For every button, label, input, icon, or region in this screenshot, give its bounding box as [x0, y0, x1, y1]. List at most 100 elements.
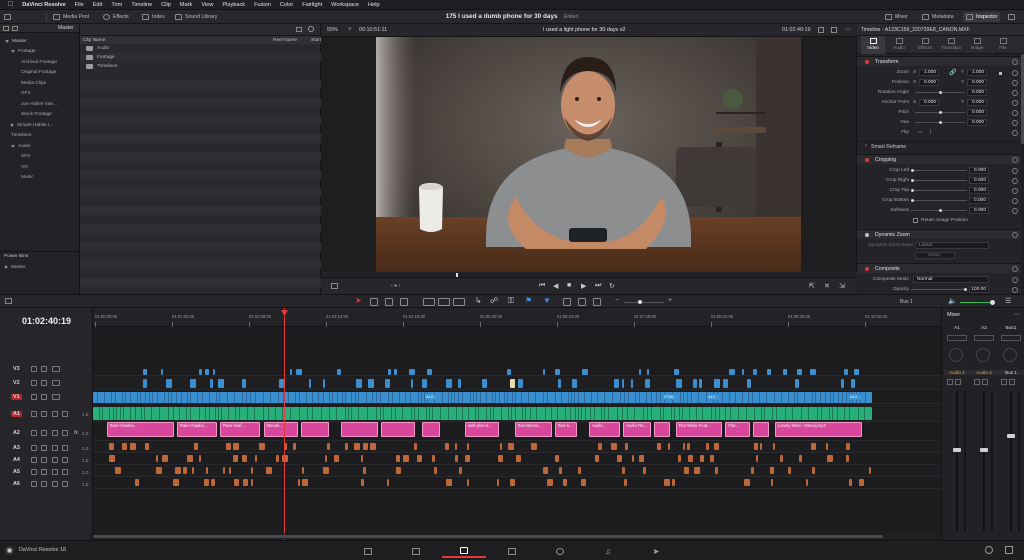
color-page-tab[interactable] [538, 544, 582, 558]
eq-icon[interactable] [947, 335, 967, 341]
play-reverse-button[interactable]: ◀ [553, 282, 558, 290]
reset-icon[interactable] [1012, 90, 1018, 96]
sfx-clip[interactable] [559, 467, 562, 474]
timeline[interactable]: 01:00:00:00 01:01:04:00 01:02:08:00 01:03:1… [93, 308, 941, 540]
v3-clip[interactable] [844, 369, 848, 375]
lock-icon[interactable] [31, 456, 37, 463]
sfx-clip[interactable] [773, 443, 775, 450]
sfx-clip[interactable] [806, 479, 808, 486]
sfx-clip[interactable] [531, 443, 537, 450]
rotation-field[interactable]: 0.000 [967, 89, 987, 96]
opacity-field[interactable]: 100.00 [969, 286, 989, 293]
track-visibility-icon[interactable] [52, 394, 60, 400]
flip-vertical-icon[interactable]: ↕ [929, 129, 932, 135]
sfx-clip[interactable] [812, 467, 815, 474]
inspector-tab[interactable]: Effects [913, 36, 937, 54]
v3-clip[interactable] [205, 369, 209, 375]
slider-knob[interactable] [911, 169, 914, 172]
sfx-clip[interactable] [672, 479, 675, 486]
v2-clip[interactable] [614, 379, 619, 388]
dynamic-zoom-section-header[interactable]: Dynamic Zoom [857, 229, 1024, 239]
reset-icon[interactable] [1012, 277, 1018, 283]
bin-item[interactable]: Master [0, 36, 79, 47]
replace-clip-icon[interactable] [453, 298, 465, 306]
reset-icon[interactable] [1012, 70, 1018, 76]
sfx-clip[interactable] [811, 443, 816, 450]
insert-clip-icon[interactable] [423, 298, 435, 306]
lock-icon[interactable] [31, 366, 37, 372]
sfx-clip[interactable] [510, 479, 515, 486]
menu-fairlight[interactable]: Fairlight [302, 2, 322, 8]
track-name[interactable]: V1 [11, 394, 22, 400]
sfx-clip[interactable] [109, 443, 114, 450]
v3-clip[interactable] [296, 369, 302, 375]
crop-left-slider[interactable] [911, 169, 967, 172]
timeline-ruler[interactable]: 01:00:00:00 01:01:04:00 01:02:08:00 01:03:1… [93, 308, 941, 327]
v3-clip[interactable] [810, 369, 816, 375]
v3-clip[interactable] [143, 369, 147, 375]
cropping-section-header[interactable]: Cropping [857, 154, 1024, 164]
scrollbar-thumb[interactable] [93, 535, 883, 538]
sfx-clip[interactable] [455, 455, 458, 462]
play-button[interactable]: ▶ [581, 282, 586, 290]
trim-tool-icon[interactable] [370, 298, 378, 306]
bin-item[interactable]: Audio [0, 141, 79, 152]
solo-button[interactable] [52, 456, 58, 463]
v2-clip[interactable] [558, 379, 561, 388]
sfx-clip[interactable] [445, 443, 449, 450]
sfx-clip[interactable] [622, 467, 625, 474]
slider-knob[interactable] [964, 288, 967, 291]
auto-select-icon[interactable] [41, 410, 47, 417]
chevron-down-icon[interactable]: ˅ [348, 27, 352, 33]
menu-timeline[interactable]: Timeline [131, 2, 152, 8]
sfx-clip[interactable] [229, 467, 231, 474]
sfx-clip[interactable] [156, 455, 158, 462]
composite-mode-select[interactable]: Normal [913, 276, 989, 283]
slider-knob[interactable] [911, 179, 914, 182]
v2-clip[interactable] [210, 379, 213, 388]
sfx-clip[interactable] [211, 479, 215, 486]
v2-clip[interactable] [747, 379, 751, 388]
sfx-clip[interactable] [175, 467, 181, 474]
crop-top-slider[interactable] [911, 189, 967, 192]
record-button[interactable] [974, 379, 980, 385]
crop-left-field[interactable]: 0.000 [969, 167, 989, 174]
enable-dot[interactable] [865, 60, 869, 64]
sfx-clip[interactable] [417, 455, 422, 462]
sfx-clip[interactable] [624, 479, 627, 486]
sfx-clip[interactable] [598, 443, 602, 450]
reset-icon[interactable] [1012, 100, 1018, 106]
record-button[interactable] [1001, 379, 1007, 385]
viewer-scrubber[interactable] [321, 272, 857, 277]
dynamic-zoom-ease-select[interactable]: Linear [915, 242, 989, 249]
enable-dot[interactable] [865, 233, 869, 237]
v3-clip[interactable] [854, 369, 859, 375]
sfx-clip[interactable] [714, 443, 719, 450]
v2-clip[interactable] [676, 379, 682, 388]
sfx-clip[interactable] [156, 467, 162, 474]
a2-music-clip[interactable]: Lonely Mind - Manaij.mp3 [775, 422, 862, 437]
v2-clip[interactable] [841, 379, 844, 388]
bin-item[interactable]: Media Clips [0, 78, 79, 89]
menu-mark[interactable]: Mark [180, 2, 192, 8]
sfx-clip[interactable] [684, 467, 689, 474]
sfx-clip[interactable] [760, 443, 762, 450]
lock-icon[interactable] [31, 380, 37, 386]
sfx-clip[interactable] [498, 455, 503, 462]
bin-item[interactable]: SFX [0, 152, 79, 163]
sfx-clip[interactable] [459, 467, 462, 474]
track-name[interactable]: A4 [13, 457, 20, 463]
reset-icon[interactable] [1012, 157, 1018, 163]
a2-music-clip[interactable]: Audio-Ra... [623, 422, 651, 437]
auto-select-icon[interactable] [41, 429, 47, 436]
sfx-clip[interactable] [387, 479, 389, 486]
sfx-clip[interactable] [327, 443, 330, 450]
col-start[interactable]: Start [311, 38, 321, 43]
solo-button[interactable] [982, 379, 988, 385]
record-button[interactable] [947, 379, 953, 385]
zoom-in-icon[interactable]: + [668, 297, 672, 304]
bin-item[interactable]: Archival Footage [0, 57, 79, 68]
v2-clip[interactable] [411, 379, 413, 388]
reset-icon[interactable] [1012, 80, 1018, 86]
sfx-clip[interactable] [581, 479, 586, 486]
